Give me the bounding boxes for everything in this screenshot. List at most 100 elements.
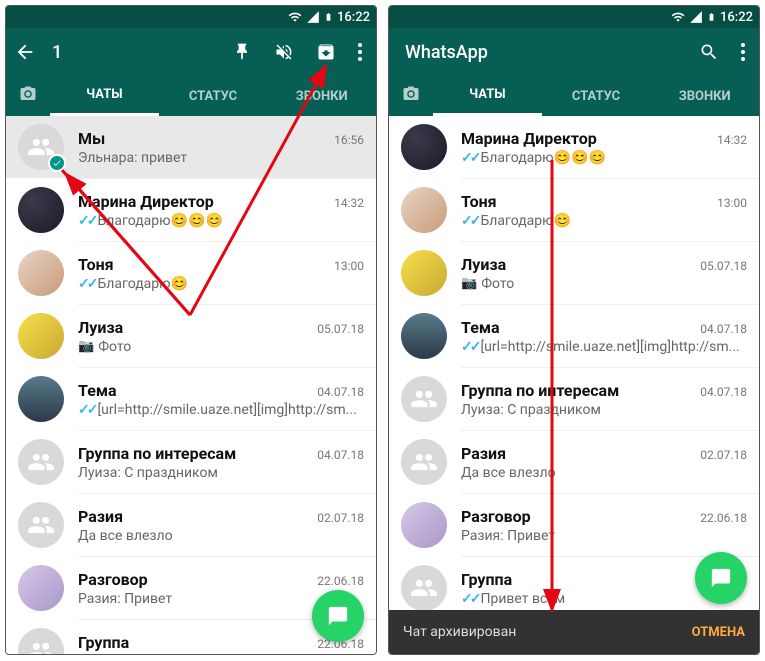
chat-avatar[interactable] — [18, 565, 64, 611]
chat-preview: Благодарю😊 — [480, 213, 571, 229]
chat-avatar[interactable] — [401, 187, 447, 233]
chat-name: Группа — [78, 633, 129, 652]
snackbar-undo[interactable]: ОТМЕНА — [692, 625, 745, 640]
chat-name: Марина Директор — [461, 129, 597, 148]
chat-avatar[interactable] — [18, 439, 64, 485]
chat-time: 14:32 — [717, 133, 747, 147]
chat-time: 04.07.18 — [317, 448, 364, 462]
chat-item[interactable]: Тоня13:00✓✓Благодарю😊 — [6, 242, 376, 304]
read-ticks-icon: ✓✓ — [461, 150, 478, 166]
chat-item[interactable]: Луиза05.07.18📷Фото — [389, 242, 759, 304]
chat-preview: Привет всем — [97, 654, 182, 655]
chat-avatar[interactable] — [401, 565, 447, 611]
chat-avatar[interactable] — [18, 502, 64, 548]
mute-icon[interactable] — [274, 42, 294, 62]
chat-avatar[interactable] — [18, 313, 64, 359]
pin-icon[interactable] — [232, 42, 252, 62]
chat-avatar[interactable] — [18, 628, 64, 654]
chat-avatar[interactable] — [401, 376, 447, 422]
tab-chats[interactable]: ЧАТЫ — [50, 76, 159, 116]
chat-name: Тоня — [78, 255, 114, 274]
read-ticks-icon: ✓✓ — [78, 654, 95, 655]
tab-status[interactable]: СТАТУС — [159, 76, 268, 116]
chat-item[interactable]: Группа по интересам04.07.18Луиза: С праз… — [6, 431, 376, 493]
new-chat-fab[interactable] — [312, 590, 364, 642]
status-time: 16:22 — [720, 10, 753, 25]
chat-time: 02.07.18 — [700, 448, 747, 462]
chat-item[interactable]: Разия02.07.18Да все влезло — [6, 494, 376, 556]
chat-time: 02.07.18 — [317, 511, 364, 525]
chat-time: 13:00 — [334, 259, 364, 273]
signal-icon — [306, 10, 320, 24]
chat-time: 22.06.18 — [700, 511, 747, 525]
chat-preview: Разия: Привет — [461, 528, 555, 544]
chat-avatar[interactable] — [401, 250, 447, 296]
selection-count: 1 — [52, 42, 232, 63]
phone-left: 16:22 1 ЧАТЫ СТАТУС ЗВОНКИ Мы 16:56 Эльнар… — [5, 5, 377, 655]
chat-item[interactable]: Разговор 22.06.18 Разия: Привет — [389, 494, 759, 556]
chat-item[interactable]: Разия02.07.18Да все влезло — [389, 431, 759, 493]
chat-item[interactable]: Тема04.07.18✓✓[url=http://smile.uaze.net… — [6, 368, 376, 430]
camera-tab[interactable] — [389, 85, 433, 107]
chat-preview: Благодарю😊😊😊 — [480, 150, 605, 166]
tabs-bar: ЧАТЫ СТАТУС ЗВОНКИ — [6, 76, 376, 116]
chat-name: Разговор — [78, 570, 148, 589]
snackbar-text: Чат архивирован — [403, 624, 516, 640]
selected-check-icon — [48, 154, 66, 172]
chat-avatar[interactable] — [401, 439, 447, 485]
phone-right: 16:22 WhatsApp ЧАТЫ СТАТУС ЗВОНКИ Марина… — [388, 5, 760, 655]
read-ticks-icon: ✓✓ — [461, 339, 478, 355]
battery-icon — [707, 10, 716, 24]
wifi-icon — [288, 10, 302, 24]
tab-calls[interactable]: ЗВОНКИ — [267, 76, 376, 116]
chat-name: Разговор — [461, 507, 531, 526]
chat-list-left[interactable]: Мы16:56Эльнара: приветМарина Директор14:… — [6, 116, 376, 654]
search-icon[interactable] — [699, 42, 719, 62]
camera-tab[interactable] — [6, 85, 50, 107]
status-time: 16:22 — [337, 10, 370, 25]
chat-item[interactable]: Группа по интересам04.07.18Луиза: С праз… — [389, 368, 759, 430]
chat-item[interactable]: Луиза05.07.18📷Фото — [6, 305, 376, 367]
back-icon[interactable] — [14, 41, 36, 63]
app-bar: WhatsApp — [389, 28, 759, 76]
chat-time: 04.07.18 — [700, 322, 747, 336]
chat-preview: Луиза: С праздником — [461, 402, 601, 418]
chat-time: 16:56 — [334, 133, 364, 147]
app-title: WhatsApp — [405, 42, 699, 63]
app-bar-selection: 1 — [6, 28, 376, 76]
archive-icon[interactable] — [316, 42, 336, 62]
new-chat-fab[interactable] — [695, 552, 747, 604]
tab-chats[interactable]: ЧАТЫ — [433, 76, 542, 116]
tab-calls[interactable]: ЗВОНКИ — [650, 76, 759, 116]
chat-item[interactable]: Марина Директор 14:32 ✓✓Благодарю😊😊😊 — [389, 116, 759, 178]
chat-preview: Разия: Привет — [78, 591, 172, 607]
read-ticks-icon: ✓✓ — [78, 213, 95, 229]
chat-avatar[interactable] — [401, 502, 447, 548]
chat-item[interactable]: Тема04.07.18✓✓[url=http://smile.uaze.net… — [389, 305, 759, 367]
chat-item[interactable]: Тоня13:00✓✓Благодарю😊 — [389, 179, 759, 241]
chat-avatar[interactable] — [18, 376, 64, 422]
chat-preview: Луиза: С праздником — [78, 465, 218, 481]
tab-status[interactable]: СТАТУС — [542, 76, 651, 116]
chat-time: 13:00 — [717, 196, 747, 210]
chat-avatar[interactable] — [401, 124, 447, 170]
chat-item[interactable]: Марина Директор14:32✓✓Благодарю😊😊😊 — [6, 179, 376, 241]
chat-time: 14:32 — [334, 196, 364, 210]
chat-preview: Фото — [481, 276, 514, 292]
chat-time: 04.07.18 — [317, 385, 364, 399]
chat-avatar[interactable] — [18, 250, 64, 296]
chat-avatar[interactable] — [401, 313, 447, 359]
chat-preview: Эльнара: привет — [78, 150, 187, 166]
chat-name: Разия — [78, 507, 123, 526]
chat-time: 05.07.18 — [700, 259, 747, 273]
chat-preview: Да все влезло — [461, 465, 556, 481]
chat-avatar[interactable] — [18, 124, 64, 170]
chat-item[interactable]: Мы 16:56 Эльнара: привет — [6, 116, 376, 178]
menu-icon[interactable] — [741, 43, 745, 61]
chat-name: Мы — [78, 129, 105, 148]
chat-avatar[interactable] — [18, 187, 64, 233]
menu-icon[interactable] — [358, 43, 362, 61]
battery-icon — [324, 10, 333, 24]
chat-name: Луиза — [461, 255, 506, 274]
chat-preview: Привет всем — [480, 591, 565, 607]
